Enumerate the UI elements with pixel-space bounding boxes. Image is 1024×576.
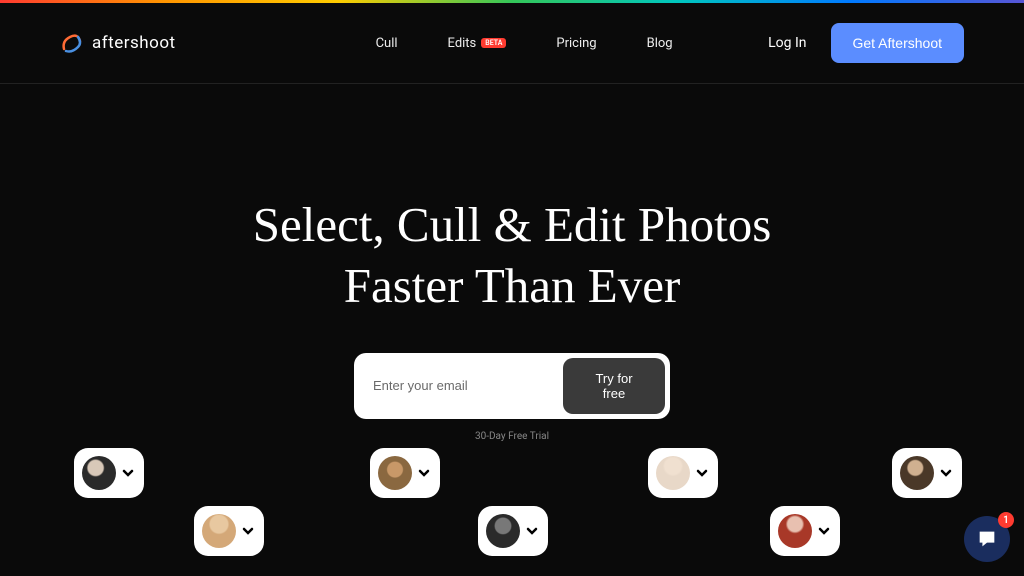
nav-item-label: Cull (376, 36, 398, 51)
chevron-down-icon (524, 523, 540, 539)
chat-notification-badge: 1 (998, 512, 1014, 528)
chevron-down-icon (416, 465, 432, 481)
nav-edits[interactable]: Edits BETA (448, 36, 507, 51)
brand-name: aftershoot (92, 33, 176, 53)
avatar (778, 514, 812, 548)
hero-title-line1: Select, Cull & Edit Photos (253, 197, 772, 252)
avatar-card[interactable] (892, 448, 962, 498)
avatar-card[interactable] (478, 506, 548, 556)
hero-title-line2: Faster Than Ever (344, 258, 681, 313)
brand-logo[interactable]: aftershoot (60, 31, 176, 55)
chevron-down-icon (816, 523, 832, 539)
nav-item-label: Pricing (556, 36, 596, 51)
avatar (656, 456, 690, 490)
chat-widget-button[interactable]: 1 (964, 516, 1010, 562)
nav-item-label: Edits (448, 36, 477, 51)
avatar (202, 514, 236, 548)
avatar (378, 456, 412, 490)
header-actions: Log In Get Aftershoot (768, 23, 964, 63)
try-free-button[interactable]: Try for free (563, 358, 665, 414)
nav-pricing[interactable]: Pricing (556, 36, 596, 51)
avatar-card[interactable] (74, 448, 144, 498)
avatar (486, 514, 520, 548)
trial-note: 30-Day Free Trial (0, 431, 1024, 442)
email-signup-form: Try for free (354, 353, 670, 419)
chevron-down-icon (938, 465, 954, 481)
main-nav: Cull Edits BETA Pricing Blog (376, 36, 673, 51)
chevron-down-icon (240, 523, 256, 539)
site-header: aftershoot Cull Edits BETA Pricing Blog … (0, 3, 1024, 84)
avatar-card[interactable] (648, 448, 718, 498)
get-aftershoot-button[interactable]: Get Aftershoot (831, 23, 965, 63)
login-link[interactable]: Log In (768, 35, 806, 51)
avatar-card[interactable] (194, 506, 264, 556)
testimonial-avatars (0, 456, 1024, 576)
chevron-down-icon (120, 465, 136, 481)
avatar-card[interactable] (370, 448, 440, 498)
hero-title: Select, Cull & Edit Photos Faster Than E… (0, 194, 1024, 317)
email-input[interactable] (359, 366, 563, 405)
beta-badge: BETA (481, 38, 506, 48)
avatar (82, 456, 116, 490)
chat-icon (976, 528, 998, 550)
avatar (900, 456, 934, 490)
logo-icon (60, 31, 84, 55)
nav-item-label: Blog (647, 36, 673, 51)
nav-cull[interactable]: Cull (376, 36, 398, 51)
avatar-card[interactable] (770, 506, 840, 556)
nav-blog[interactable]: Blog (647, 36, 673, 51)
hero-section: Select, Cull & Edit Photos Faster Than E… (0, 84, 1024, 442)
chevron-down-icon (694, 465, 710, 481)
